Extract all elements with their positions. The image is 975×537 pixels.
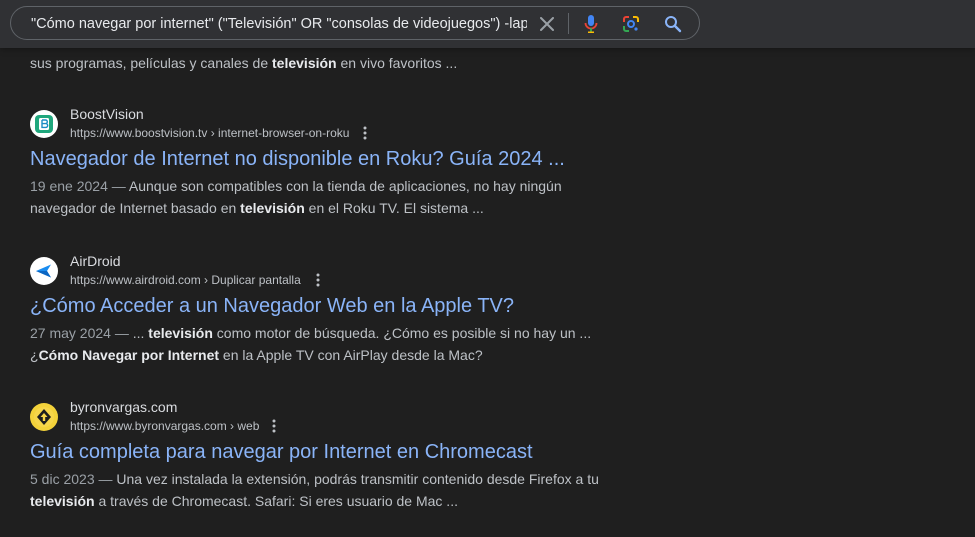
partial-result-snippet: sus programas, películas y canales de te… [30,53,457,73]
result-snippet: 5 dic 2023 — Una vez instalada la extens… [30,468,630,512]
result-date: 5 dic 2023 [30,471,95,487]
date-separator: — [110,325,133,341]
more-options-icon[interactable] [310,270,326,290]
search-box[interactable]: "Cómo navegar por internet" ("Televisión… [10,6,700,40]
snippet-text: en la Apple TV con AirPlay desde la Mac? [219,347,483,363]
search-icon[interactable] [662,13,684,35]
site-name[interactable]: byronvargas.com [70,397,177,417]
more-options-icon[interactable] [357,123,373,143]
result-title-link[interactable]: Guía completa para navegar por Internet … [30,439,533,465]
search-divider [568,13,569,34]
result-title-link[interactable]: ¿Cómo Acceder a un Navegador Web en la A… [30,293,514,319]
date-separator: — [94,471,117,487]
site-favicon[interactable] [30,257,58,285]
result-title-link[interactable]: Navegador de Internet no disponible en R… [30,146,565,172]
microphone-icon[interactable] [580,13,602,35]
site-favicon[interactable] [30,403,58,431]
close-icon[interactable] [536,13,558,35]
site-url[interactable]: https://www.airdroid.com › Duplicar pant… [70,272,301,288]
result-snippet: 19 ene 2024 — Aunque son compatibles con… [30,175,630,219]
snippet-text: sus programas, películas y canales de [30,55,273,71]
snippet-text: a través de Chromecast. Safari: Si eres … [94,493,458,509]
snippet-text: ... [132,325,149,341]
more-options-icon[interactable] [266,416,282,436]
site-favicon[interactable] [30,110,58,138]
snippet-text: Una vez instalada la extensión, podrás t… [116,471,599,487]
google-lens-icon[interactable] [620,13,642,35]
search-input[interactable]: "Cómo navegar por internet" ("Televisión… [31,14,527,34]
snippet-highlight: Cómo Navegar por Internet [38,347,220,363]
snippet-highlight: televisión [148,325,213,341]
snippet-text: en vivo favoritos ... [336,55,458,71]
site-name[interactable]: BoostVision [70,104,144,124]
snippet-highlight: televisión [30,493,95,509]
snippet-text: en el Roku TV. El sistema ... [304,200,484,216]
search-header: "Cómo navegar por internet" ("Televisión… [0,0,975,48]
snippet-highlight: televisión [240,200,305,216]
result-snippet: 27 may 2024 — ... televisión como motor … [30,322,630,366]
result-date: 27 may 2024 [30,325,111,341]
site-url[interactable]: https://www.byronvargas.com › web [70,418,259,434]
date-separator: — [107,178,129,194]
site-url[interactable]: https://www.boostvision.tv › internet-br… [70,125,349,141]
result-date: 19 ene 2024 [30,178,108,194]
snippet-highlight: televisión [272,55,337,71]
site-name[interactable]: AirDroid [70,251,121,271]
